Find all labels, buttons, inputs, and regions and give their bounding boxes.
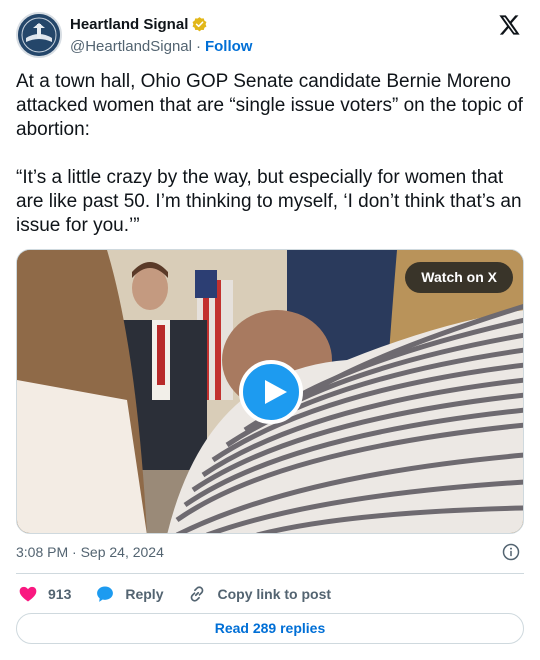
play-icon (265, 380, 287, 404)
post-text: At a town hall, Ohio GOP Senate candidat… (16, 71, 523, 236)
play-button[interactable] (239, 360, 303, 424)
link-icon (191, 586, 204, 602)
read-replies-button[interactable]: Read 289 replies (16, 613, 524, 644)
reply-label: Reply (125, 586, 164, 602)
handle-separator: · (195, 38, 201, 55)
author-handle[interactable]: @HeartlandSignal (70, 38, 192, 55)
divider (16, 573, 524, 574)
heart-icon (19, 586, 37, 602)
author-names: Heartland Signal @HeartlandSignal · Foll… (70, 14, 253, 56)
like-count: 913 (48, 586, 72, 602)
x-logo-icon[interactable] (498, 14, 520, 36)
verified-badge-icon (191, 16, 208, 33)
post-timestamp[interactable]: 3:08 PM · Sep 24, 2024 (16, 544, 164, 560)
info-icon[interactable] (502, 543, 520, 561)
post-header: Heartland Signal @HeartlandSignal · Foll… (16, 12, 524, 60)
avatar[interactable] (16, 12, 62, 58)
embedded-post-card: Heartland Signal @HeartlandSignal · Foll… (0, 0, 540, 660)
display-name[interactable]: Heartland Signal (70, 16, 188, 33)
follow-button[interactable]: Follow (205, 38, 253, 55)
video-player[interactable]: Watch on X (16, 249, 524, 534)
copy-link-label: Copy link to post (217, 586, 332, 602)
post-meta: 3:08 PM · Sep 24, 2024 (16, 543, 524, 563)
reply-bubble-icon (97, 586, 114, 602)
copy-link-button[interactable]: Copy link to post (187, 584, 331, 604)
post-actions: 913 Reply Copy link to post (16, 583, 524, 605)
watch-on-x-button[interactable]: Watch on X (405, 262, 513, 293)
like-button[interactable]: 913 (18, 584, 71, 604)
reply-button[interactable]: Reply (95, 584, 163, 604)
